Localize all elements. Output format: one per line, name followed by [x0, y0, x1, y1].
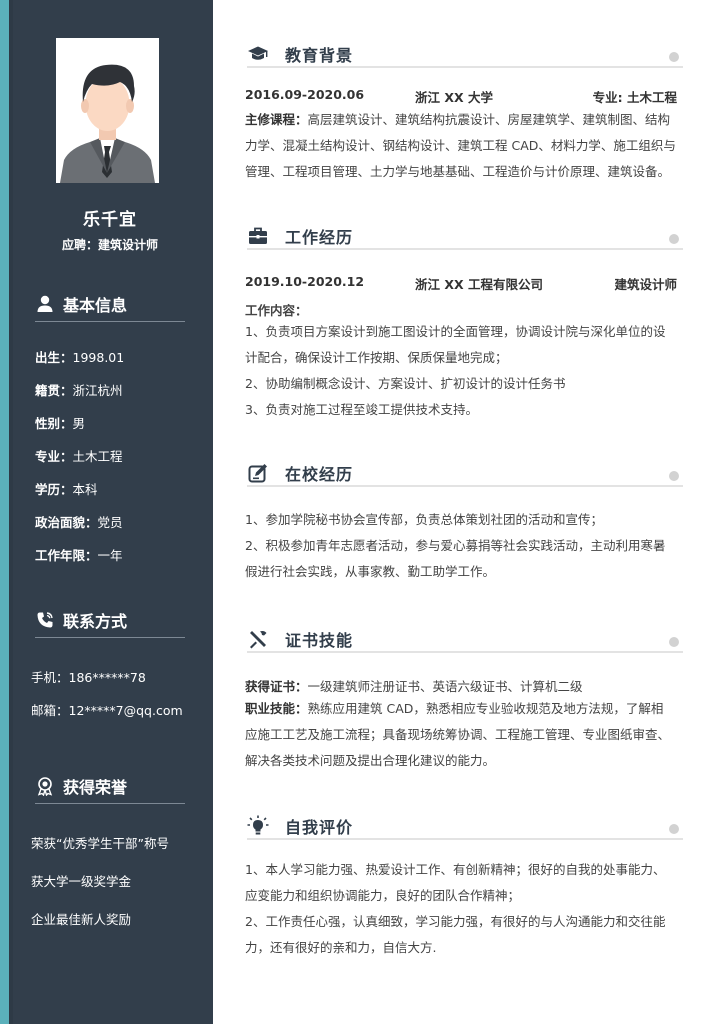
skills-header: 证书技能 — [247, 623, 683, 653]
applied-position-label: 应聘： — [61, 238, 98, 252]
sidebar-accent-stripe — [0, 0, 9, 1024]
campus-content: 1、参加学院秘书协会宣传部，负责总体策划社团的活动和宣传； 2、积极参加青年志愿… — [245, 512, 666, 579]
graduation-cap-icon — [247, 43, 269, 65]
info-political: 政治面貌：党员 — [35, 515, 123, 530]
education-summary: 2016.09-2020.06 浙江 XX 大学 专业: 土木工程 — [245, 87, 677, 105]
honor-item: 获大学一级奖学金 — [31, 874, 132, 889]
medal-icon — [35, 776, 55, 796]
skills-professional: 职业技能：熟练应用建筑 CAD，熟悉相应专业验收规范及地方法规，了解相 应施工工… — [245, 701, 671, 768]
education-period: 2016.09-2020.06 — [245, 87, 365, 102]
info-major: 专业：土木工程 — [35, 449, 123, 464]
education-courses: 主修课程：高层建筑设计、建筑结构抗震设计、房屋建筑学、建筑制图、结构 力学、混凝… — [245, 112, 676, 179]
courses-label: 主修课程： — [245, 112, 308, 127]
applied-position: 应聘：建筑设计师 — [13, 236, 207, 253]
candidate-name: 乐千宜 — [83, 210, 137, 230]
education-major: 专业: 土木工程 — [592, 90, 677, 105]
decor-dot — [669, 234, 679, 244]
basic-info-header: 基本信息 — [35, 288, 185, 322]
phone-icon — [35, 610, 55, 630]
edit-icon — [247, 462, 269, 484]
avatar — [56, 38, 159, 183]
contact-header: 联系方式 — [35, 604, 185, 638]
info-degree: 学历：本科 — [35, 482, 98, 497]
tools-icon — [247, 628, 269, 650]
decor-dot — [669, 471, 679, 481]
sidebar: 乐千宜 应聘：建筑设计师 基本信息 出生：1998.01 籍贯：浙江杭州 性别：… — [13, 0, 213, 1024]
lightbulb-icon — [247, 815, 269, 837]
work-title: 工作经历 — [285, 228, 354, 247]
honor-item: 企业最佳新人奖励 — [31, 912, 132, 927]
education-title: 教育背景 — [285, 46, 354, 65]
contact-title: 联系方式 — [63, 612, 128, 631]
work-position: 建筑设计师 — [614, 277, 677, 292]
work-company: 浙江 XX 工程有限公司 — [415, 277, 543, 292]
info-birth: 出生：1998.01 — [35, 350, 125, 365]
self-eval-content: 1、本人学习能力强、热爱设计工作、有创新精神；很好的自我的处事能力、 应变能力和… — [245, 862, 666, 955]
user-icon — [35, 294, 55, 314]
basic-info-title: 基本信息 — [63, 296, 128, 315]
work-content: 1、负责项目方案设计到施工图设计的全面管理，协调设计院与深化单位的设 计配合，确… — [245, 324, 666, 417]
info-experience-years: 工作年限：一年 — [35, 548, 123, 563]
work-summary: 2019.10-2020.12 浙江 XX 工程有限公司 建筑设计师 — [245, 274, 677, 292]
honors-header: 获得荣誉 — [35, 770, 185, 804]
decor-dot — [669, 637, 679, 647]
contact-phone: 手机：186******78 — [31, 670, 146, 685]
work-header: 工作经历 — [247, 220, 683, 250]
info-hometown: 籍贯：浙江杭州 — [35, 383, 123, 398]
honors-title: 获得荣誉 — [63, 778, 128, 797]
self-eval-header: 自我评价 — [247, 810, 683, 840]
education-school: 浙江 XX 大学 — [415, 90, 493, 105]
applied-position-value: 建筑设计师 — [98, 238, 159, 252]
skills-title: 证书技能 — [285, 631, 354, 650]
honor-item: 荣获“优秀学生干部”称号 — [31, 836, 169, 851]
decor-dot — [669, 824, 679, 834]
contact-email: 邮箱：12*****7@qq.com — [31, 703, 183, 718]
work-period: 2019.10-2020.12 — [245, 274, 365, 289]
work-content-label: 工作内容： — [245, 303, 308, 318]
decor-dot — [669, 52, 679, 62]
skills-certificates: 获得证书：一级建筑师注册证书、英语六级证书、计算机二级 — [245, 679, 583, 694]
campus-title: 在校经历 — [285, 465, 354, 484]
info-gender: 性别：男 — [35, 416, 86, 431]
education-header: 教育背景 — [247, 38, 683, 68]
campus-header: 在校经历 — [247, 457, 683, 487]
briefcase-icon — [247, 225, 269, 247]
self-eval-title: 自我评价 — [285, 818, 354, 837]
